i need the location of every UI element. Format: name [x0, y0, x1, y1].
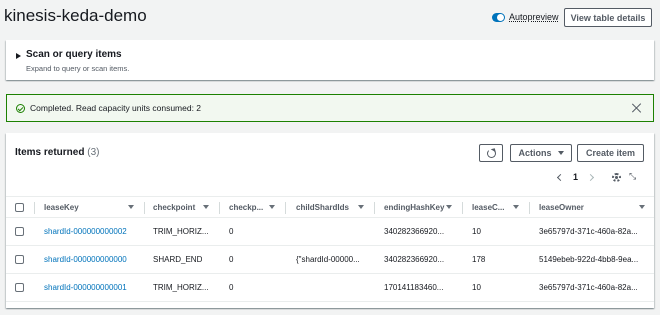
column-divider[interactable]	[285, 202, 286, 214]
column-divider[interactable]	[219, 202, 220, 214]
table-header: leaseKey checkpoint checkp... childShard…	[6, 196, 654, 218]
row-checkbox[interactable]	[15, 255, 24, 264]
sort-icon[interactable]	[513, 205, 519, 209]
items-title-label: Items returned	[15, 147, 85, 158]
autopreview-label: Autopreview	[509, 12, 559, 22]
gear-icon[interactable]	[612, 173, 621, 182]
column-header-checkpoint-sub[interactable]: checkp...	[229, 197, 263, 218]
cell-checkpoint-sub: 0	[229, 227, 234, 236]
cell-leaseowner: 5149ebeb-922d-4bb8-9ea...	[539, 255, 639, 264]
cell-checkpoint: TRIM_HORIZ...	[153, 283, 209, 292]
check-circle-icon	[16, 104, 25, 113]
items-table: leaseKey checkpoint checkp... childShard…	[6, 196, 654, 302]
cell-leasecounter: 178	[472, 255, 486, 264]
caret-down-icon	[557, 151, 564, 155]
close-icon[interactable]	[632, 103, 642, 113]
cell-checkpoint: TRIM_HORIZ...	[153, 227, 209, 236]
row-checkbox[interactable]	[15, 227, 24, 236]
chevron-right-icon[interactable]	[586, 173, 595, 181]
cell-childshardids: {"shardId-00000...	[296, 255, 360, 264]
chevron-left-icon[interactable]	[556, 173, 565, 181]
toggle-icon[interactable]	[492, 12, 505, 22]
collapse-icon[interactable]: ⤡	[629, 171, 639, 181]
cell-leaseowner: 3e65797d-371c-460a-82a...	[539, 283, 638, 292]
cell-leasekey[interactable]: shardId-000000000002	[44, 218, 140, 245]
cell-endinghashkey: 340282366920...	[384, 255, 445, 264]
cell-endinghashkey: 340282366920...	[384, 227, 445, 236]
cell-endinghashkey: 170141183460...	[384, 283, 444, 292]
scan-query-panel[interactable]: Scan or query items Expand to query or s…	[6, 40, 654, 80]
caret-right-icon[interactable]	[16, 53, 21, 59]
scan-query-title[interactable]: Scan or query items	[26, 49, 122, 60]
cell-leasekey[interactable]: shardId-000000000001	[44, 274, 140, 301]
column-header-leaseowner[interactable]: leaseOwner	[539, 197, 584, 218]
row-checkbox[interactable]	[15, 283, 24, 292]
items-count: (3)	[87, 147, 100, 158]
cell-childshardids	[296, 218, 368, 245]
cell-checkpoint-sub: 0	[229, 255, 234, 264]
cell-childshardids	[296, 274, 368, 301]
page-title: kinesis-keda-demo	[4, 6, 147, 25]
column-header-leasecounter[interactable]: leaseC...	[472, 197, 504, 218]
column-header-childshardids[interactable]: childShardIds	[296, 197, 349, 218]
column-divider	[34, 202, 35, 214]
column-header-checkpoint[interactable]: checkpoint	[153, 197, 195, 218]
column-divider[interactable]	[462, 202, 463, 214]
sort-icon[interactable]	[203, 205, 209, 209]
column-divider[interactable]	[374, 202, 375, 214]
scan-query-subtitle: Expand to query or scan items.	[26, 64, 130, 73]
refresh-icon	[486, 148, 496, 158]
select-all-checkbox[interactable]	[15, 203, 24, 212]
column-divider[interactable]	[529, 202, 530, 214]
page-header: kinesis-keda-demo Autopreview View table…	[0, 0, 660, 36]
table-row[interactable]: shardId-000000000000 SHARD_END 0 {"shard…	[6, 246, 654, 274]
cell-checkpoint-sub: 0	[229, 283, 234, 292]
cell-leaseowner: 3e65797d-371c-460a-82a...	[539, 227, 638, 236]
items-title: Items returned (3)	[15, 147, 99, 158]
alert-message: Completed. Read capacity units consumed:…	[30, 103, 202, 113]
refresh-button[interactable]	[479, 144, 503, 162]
table-row[interactable]: shardId-000000000002 TRIM_HORIZ... 0 340…	[6, 218, 654, 246]
items-returned-panel: Items returned (3) Actions Create item 1…	[6, 133, 654, 308]
column-divider[interactable]	[144, 202, 145, 214]
view-table-details-button[interactable]: View table details	[564, 8, 652, 27]
actions-button[interactable]: Actions	[510, 144, 572, 162]
current-page[interactable]: 1	[573, 172, 578, 182]
column-header-leasekey[interactable]: leaseKey	[44, 197, 79, 218]
cell-checkpoint: SHARD_END	[153, 255, 203, 264]
pagination: 1	[556, 172, 595, 182]
sort-icon[interactable]	[639, 205, 645, 209]
actions-label: Actions	[518, 148, 552, 158]
table-row[interactable]: shardId-000000000001 TRIM_HORIZ... 0 170…	[6, 274, 654, 302]
sort-icon[interactable]	[446, 205, 452, 209]
create-item-button[interactable]: Create item	[577, 144, 644, 162]
cell-leasekey[interactable]: shardId-000000000000	[44, 246, 140, 273]
success-alert: Completed. Read capacity units consumed:…	[6, 94, 654, 122]
sort-icon[interactable]	[269, 205, 275, 209]
sort-icon[interactable]	[358, 205, 364, 209]
cell-leasecounter: 10	[472, 283, 481, 292]
column-header-endinghashkey[interactable]: endingHashKey	[384, 197, 444, 218]
cell-leasecounter: 10	[472, 227, 481, 236]
autopreview-toggle[interactable]: Autopreview	[492, 12, 559, 22]
sort-icon[interactable]	[128, 205, 134, 209]
